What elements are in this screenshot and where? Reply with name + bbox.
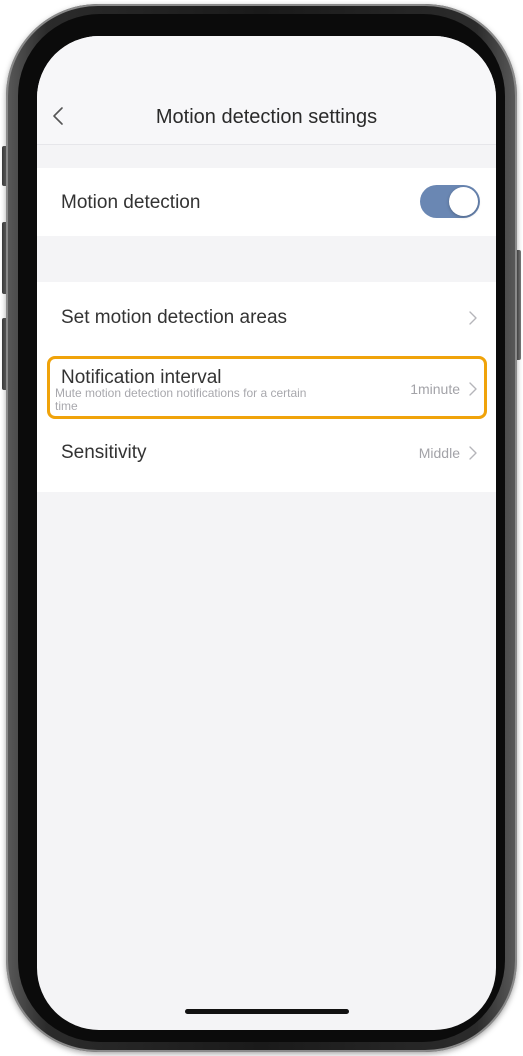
notification-interval-subtitle: Mute motion detection notifications for … [55, 386, 307, 413]
motion-detection-label: Motion detection [61, 192, 201, 213]
sensitivity-value: Middle [418, 445, 460, 461]
set-areas-label: Set motion detection areas [61, 307, 288, 328]
app-screen: Motion detection settings Motion detecti… [37, 36, 496, 1030]
settings-list: Set motion detection areas Notification … [37, 282, 496, 492]
toggle-knob [449, 187, 478, 216]
chevron-right-icon [469, 382, 477, 396]
notification-interval-value: 1minute [410, 381, 460, 397]
set-areas-row[interactable]: Set motion detection areas [37, 282, 496, 354]
sensitivity-label: Sensitivity [61, 442, 147, 463]
phone-mockup: Motion detection settings Motion detecti… [0, 0, 523, 1056]
navigation-bar: Motion detection settings [37, 36, 496, 145]
motion-detection-toggle[interactable] [420, 185, 480, 218]
notification-interval-row[interactable]: Notification interval Mute motion detect… [37, 354, 496, 424]
chevron-right-icon [469, 311, 477, 325]
motion-detection-row: Motion detection [37, 168, 496, 236]
page-title: Motion detection settings [155, 106, 378, 128]
sensitivity-row[interactable]: Sensitivity Middle [37, 424, 496, 492]
home-indicator[interactable] [185, 1009, 349, 1014]
motion-detection-section: Motion detection [37, 168, 496, 236]
chevron-right-icon [469, 446, 477, 460]
